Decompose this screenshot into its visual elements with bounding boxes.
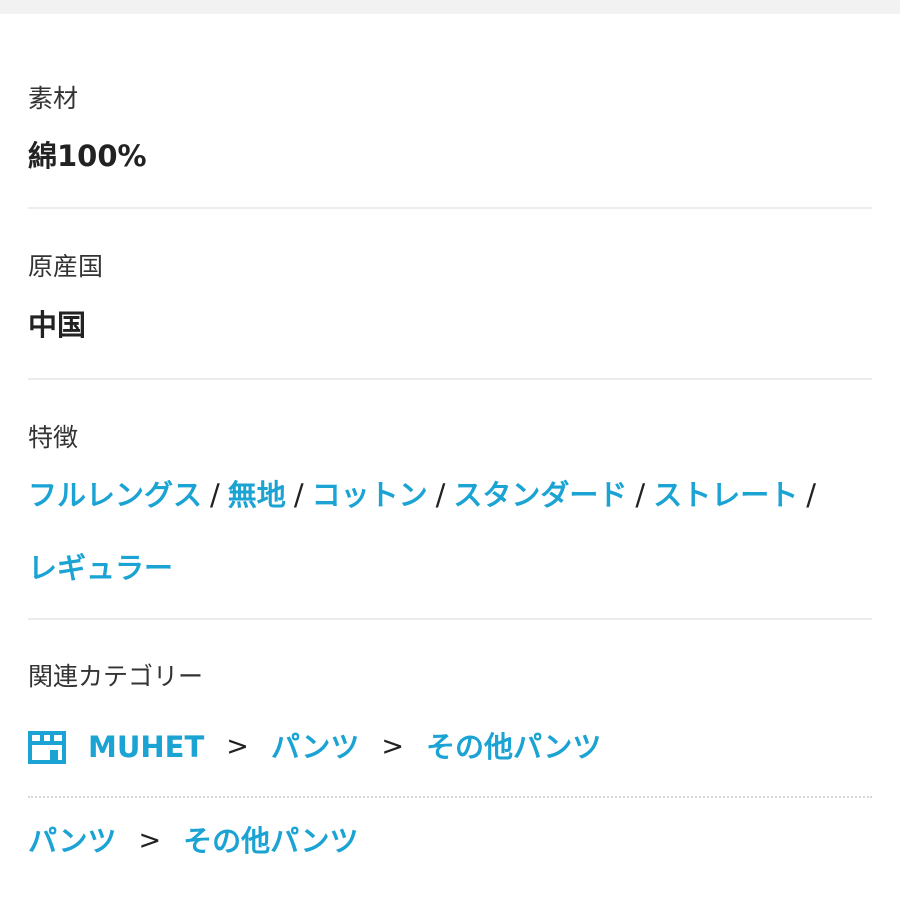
- breadcrumb-link-subcategory[interactable]: その他パンツ: [426, 729, 601, 765]
- breadcrumb-link-category[interactable]: パンツ: [28, 823, 116, 859]
- breadcrumb-arrow: >: [381, 731, 404, 762]
- feature-link[interactable]: フルレングス: [28, 478, 202, 512]
- origin-value: 中国: [28, 308, 87, 342]
- feature-link[interactable]: スタンダード: [453, 478, 627, 512]
- feature-separator: /: [806, 478, 816, 512]
- top-bar: [0, 0, 900, 14]
- feature-link[interactable]: 無地: [228, 478, 286, 512]
- breadcrumb-secondary: パンツ > その他パンツ: [28, 823, 359, 859]
- feature-separator: /: [635, 478, 646, 512]
- related-categories-label: 関連カテゴリー: [28, 662, 204, 691]
- feature-separator: /: [293, 478, 304, 512]
- breadcrumb-link-category[interactable]: パンツ: [271, 729, 359, 765]
- origin-label: 原産国: [28, 252, 104, 281]
- feature-link[interactable]: コットン: [312, 478, 428, 512]
- feature-link[interactable]: レギュラー: [28, 551, 173, 585]
- features-line-2: レギュラー: [28, 550, 173, 586]
- divider: [28, 207, 872, 209]
- feature-separator: /: [435, 478, 446, 512]
- breadcrumb-arrow: >: [138, 825, 162, 856]
- shop-icon: [28, 731, 66, 764]
- features-line-1: フルレングス / 無地 / コットン / スタンダード / ストレート /: [28, 477, 824, 513]
- features-label: 特徴: [28, 423, 79, 452]
- breadcrumb-arrow: >: [226, 731, 249, 762]
- breadcrumb-link-shop[interactable]: MUHET: [88, 729, 204, 765]
- breadcrumb-primary: MUHET > パンツ > その他パンツ: [28, 729, 601, 765]
- divider: [28, 618, 872, 620]
- material-value: 綿100%: [28, 139, 147, 173]
- feature-link[interactable]: ストレート: [653, 478, 798, 512]
- material-label: 素材: [28, 84, 79, 113]
- breadcrumb-link-subcategory[interactable]: その他パンツ: [183, 823, 358, 859]
- dotted-divider: [28, 796, 872, 798]
- divider: [28, 378, 872, 380]
- feature-separator: /: [210, 478, 220, 512]
